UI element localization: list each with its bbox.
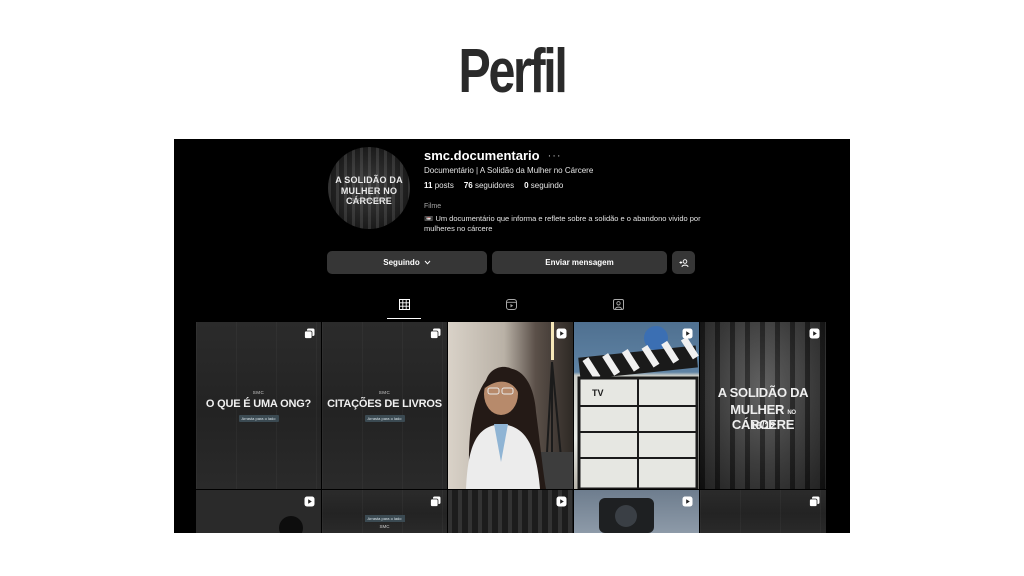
profile-category: Filme	[424, 203, 442, 210]
send-message-label: Enviar mensagem	[545, 258, 614, 267]
post-tile[interactable]: TV	[574, 322, 699, 489]
profile-tabs	[174, 299, 850, 319]
profile-full-name: Documentário | A Solidão da Mulher no Cá…	[424, 166, 594, 175]
post-small-label: SMC	[252, 390, 265, 395]
post-title-line-1: A SOLIDÃO DA	[717, 385, 809, 400]
post-tile[interactable]	[448, 322, 573, 489]
posts-stat: 11 posts	[424, 181, 454, 190]
post-tile[interactable]: Arrasta para o lado SMC	[322, 490, 447, 533]
profile-avatar[interactable]: A SOLIDÃO DA MULHER NO CÁRCERE DOCUMENTÁ…	[328, 147, 410, 229]
post-tile[interactable]	[196, 490, 321, 533]
instagram-profile-screenshot: A SOLIDÃO DA MULHER NO CÁRCERE DOCUMENTÁ…	[174, 139, 850, 533]
post-small-label: SMC	[379, 524, 390, 529]
post-pill: Arrasta para o lado	[364, 415, 405, 422]
woman-photo	[466, 322, 573, 489]
reel-icon	[304, 496, 315, 507]
slide-title: Perfil	[458, 37, 568, 106]
post-bars	[448, 490, 573, 533]
post-pill: Arrasta para o lado	[364, 515, 405, 522]
profile-bio: 📼 Um documentário que informa e reflete …	[424, 214, 714, 234]
profile-stats: 11 posts 76 seguidores 0 seguindo	[424, 181, 563, 190]
tab-posts[interactable]	[387, 299, 421, 319]
following-stat[interactable]: 0 seguindo	[524, 181, 563, 190]
post-small-label: SMC	[378, 390, 391, 395]
post-tile[interactable]: A SOLIDÃO DA MULHER NO CÁRCERE 16/12	[700, 322, 826, 489]
post-tile[interactable]	[574, 490, 699, 533]
post-photo	[279, 516, 303, 533]
carousel-icon	[430, 496, 441, 507]
carousel-icon	[430, 328, 441, 339]
post-title: CITAÇÕES DE LIVROS	[327, 398, 442, 410]
add-person-icon	[679, 258, 688, 267]
tab-reels[interactable]	[494, 299, 528, 319]
avatar-line-2: MULHER NO CÁRCERE	[340, 186, 398, 206]
reel-icon	[809, 328, 820, 339]
post-tile[interactable]: SMC O QUE É UMA ONG? Arrasta para o lado	[196, 322, 321, 489]
avatar-line-1: A SOLIDÃO DA	[335, 175, 403, 185]
more-options-icon[interactable]: ···	[548, 150, 562, 162]
post-pill: Arrasta para o lado	[238, 415, 279, 422]
post-tile[interactable]	[448, 490, 573, 533]
post-tile[interactable]: SMC CITAÇÕES DE LIVROS Arrasta para o la…	[322, 322, 447, 489]
camera-photo	[599, 498, 654, 533]
bio-text: Um documentário que informa e reflete so…	[424, 214, 701, 233]
tagged-icon	[612, 299, 624, 310]
reels-icon	[505, 299, 517, 310]
profile-username-row: smc.documentario ···	[424, 148, 562, 163]
post-date: 16/12	[750, 421, 776, 432]
reel-icon	[682, 328, 693, 339]
post-title: O QUE É UMA ONG?	[205, 398, 312, 410]
grid-icon	[398, 299, 410, 310]
carousel-icon	[809, 496, 820, 507]
followers-stat[interactable]: 76 seguidores	[464, 181, 514, 190]
clapperboard-photo: TV	[577, 326, 699, 489]
following-button[interactable]: Seguindo	[327, 251, 487, 274]
reel-icon	[556, 496, 567, 507]
avatar-line-3: DOCUMENTÁRIO	[351, 197, 387, 202]
chevron-down-icon	[424, 260, 431, 265]
reel-icon	[682, 496, 693, 507]
post-tile[interactable]	[700, 490, 826, 533]
following-label: Seguindo	[383, 258, 420, 267]
suggested-accounts-button[interactable]	[672, 251, 695, 274]
send-message-button[interactable]: Enviar mensagem	[492, 251, 667, 274]
profile-username[interactable]: smc.documentario	[424, 148, 540, 163]
carousel-icon	[304, 328, 315, 339]
reel-icon	[556, 328, 567, 339]
posts-grid: SMC O QUE É UMA ONG? Arrasta para o lado…	[196, 322, 826, 533]
svg-text:TV: TV	[592, 388, 604, 398]
videotape-icon: 📼	[424, 214, 434, 223]
tab-tagged[interactable]	[601, 299, 635, 319]
